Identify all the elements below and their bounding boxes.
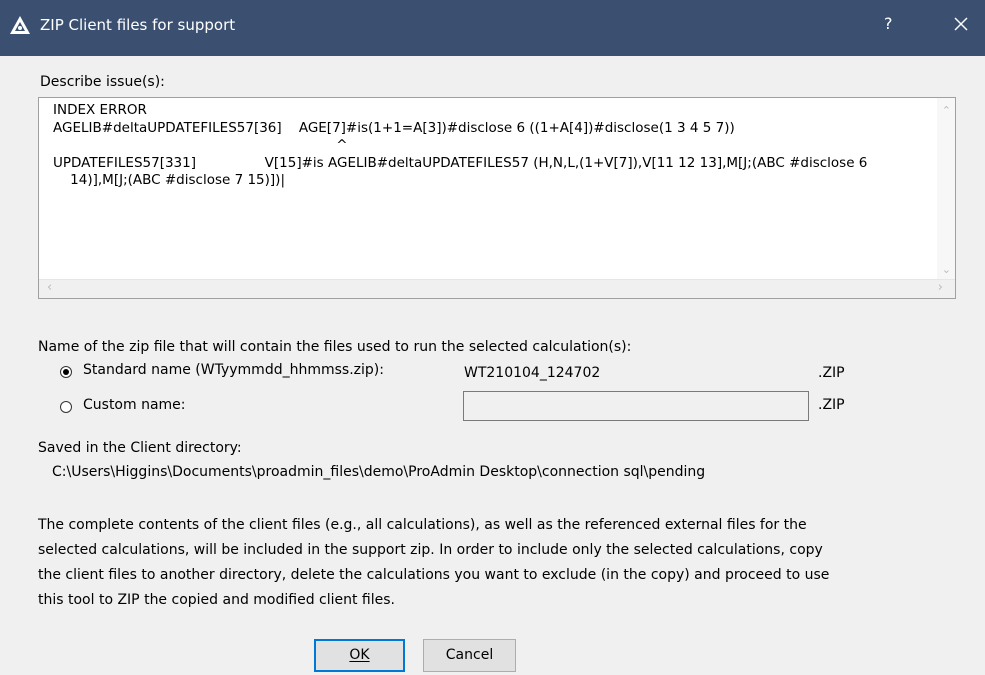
issue-text[interactable]: INDEX ERROR AGELIB#deltaUPDATEFILES57[36… xyxy=(53,102,933,276)
standard-name-value: WT210104_124702 xyxy=(464,365,601,381)
custom-name-label: Custom name: xyxy=(83,397,186,413)
horizontal-scrollbar[interactable]: ‹ › xyxy=(39,279,955,298)
window-title: ZIP Client files for support xyxy=(40,16,236,34)
describe-issue-label: Describe issue(s): xyxy=(40,74,165,90)
vertical-scrollbar[interactable]: ⌃ ⌄ xyxy=(937,98,955,282)
custom-name-radio[interactable]: Custom name: xyxy=(60,397,440,419)
custom-name-input[interactable] xyxy=(463,391,809,421)
info-text: The complete contents of the client file… xyxy=(38,517,830,608)
zip-client-files-dialog: ZIP Client files for support ? Describe … xyxy=(0,0,985,675)
scroll-right-icon[interactable]: › xyxy=(938,280,943,295)
zip-name-label: Name of the zip file that will contain t… xyxy=(38,339,632,355)
standard-name-radio-dot[interactable] xyxy=(60,366,72,378)
close-icon[interactable] xyxy=(949,12,973,36)
cancel-button[interactable]: Cancel xyxy=(423,639,516,672)
zip-extension-custom: .ZIP xyxy=(818,397,845,413)
standard-name-radio[interactable]: Standard name (WTyymmdd_hhmmss.zip): xyxy=(60,362,440,384)
scroll-left-icon[interactable]: ‹ xyxy=(47,280,52,295)
app-icon xyxy=(10,16,30,34)
title-bar: ZIP Client files for support ? xyxy=(0,0,985,56)
help-button[interactable]: ? xyxy=(884,14,893,33)
custom-name-radio-dot[interactable] xyxy=(60,401,72,413)
ok-button[interactable]: OK xyxy=(314,639,405,672)
saved-directory-label: Saved in the Client directory: xyxy=(38,440,242,456)
ok-button-label: OK xyxy=(349,647,370,663)
scroll-up-icon[interactable]: ⌃ xyxy=(942,104,951,117)
standard-name-label: Standard name (WTyymmdd_hhmmss.zip): xyxy=(83,362,384,378)
scroll-down-icon[interactable]: ⌄ xyxy=(942,263,951,276)
zip-extension-standard: .ZIP xyxy=(818,365,845,381)
issue-textarea[interactable]: INDEX ERROR AGELIB#deltaUPDATEFILES57[36… xyxy=(38,97,956,299)
client-directory-path: C:\Users\Higgins\Documents\proadmin_file… xyxy=(52,464,706,480)
